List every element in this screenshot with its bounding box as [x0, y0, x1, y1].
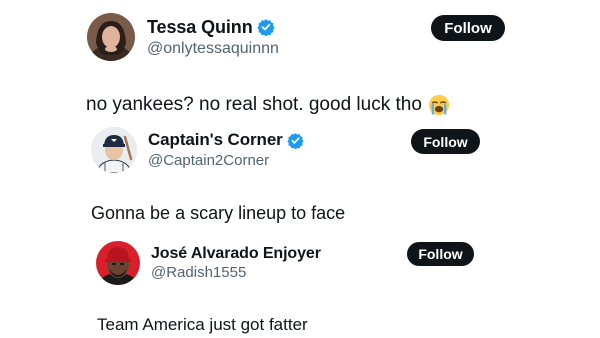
follow-button[interactable]: Follow — [407, 242, 474, 266]
verified-badge-icon — [256, 18, 275, 36]
avatar[interactable] — [96, 241, 140, 285]
post-text-row: Gonna be a scary lineup to face — [91, 201, 345, 225]
handle[interactable]: @Radish1555 — [151, 264, 246, 281]
avatar[interactable] — [87, 13, 135, 61]
verified-badge-icon — [287, 132, 304, 149]
post-text: Gonna be a scary lineup to face — [91, 202, 346, 223]
name-row: Tessa Quinn — [147, 14, 275, 40]
display-name[interactable]: José Alvarado Enjoyer — [151, 245, 321, 263]
handle[interactable]: @onlytessaquinnn — [147, 40, 279, 58]
post-text: no yankees? no real shot. good luck tho — [86, 94, 422, 115]
avatar-image — [91, 127, 137, 173]
post-text-row: Team America just got fatter — [97, 313, 308, 336]
post-text: Team America just got fatter — [97, 314, 308, 334]
loudly-crying-face-icon — [428, 94, 450, 116]
follow-button[interactable]: Follow — [431, 15, 505, 41]
display-name[interactable]: Captain's Corner — [148, 130, 283, 150]
handle[interactable]: @Captain2Corner — [148, 152, 269, 169]
name-row: Captain's Corner — [148, 128, 304, 152]
follow-button[interactable]: Follow — [411, 129, 480, 154]
avatar-image — [87, 13, 135, 61]
avatar[interactable] — [91, 127, 137, 173]
avatar-image — [96, 241, 140, 285]
display-name[interactable]: Tessa Quinn — [147, 17, 253, 38]
post-text-row: no yankees? no real shot. good luck tho — [86, 92, 450, 118]
name-row: José Alvarado Enjoyer — [151, 243, 321, 265]
